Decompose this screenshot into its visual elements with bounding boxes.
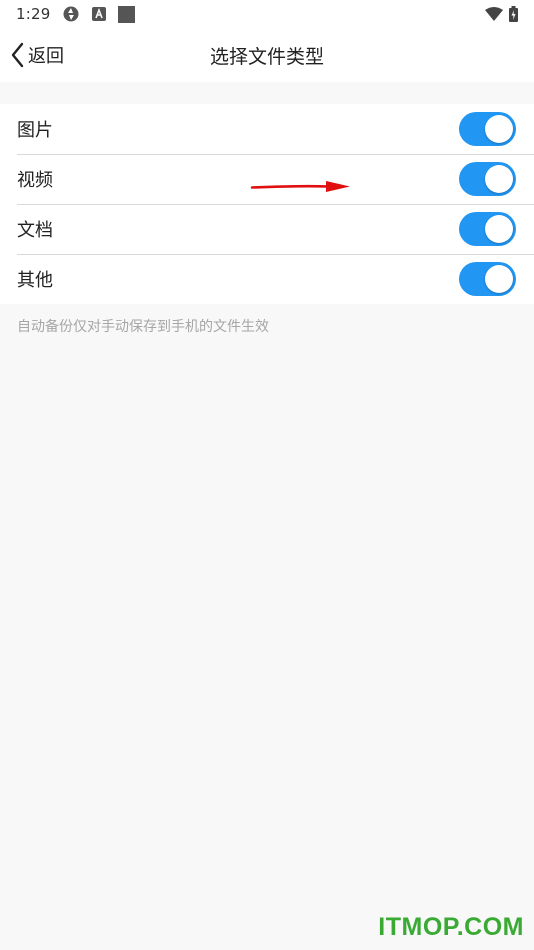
toggle-knob <box>485 165 513 193</box>
list-item-images: 图片 <box>0 104 534 154</box>
battery-charging-icon <box>509 6 518 22</box>
list-item-documents: 文档 <box>0 204 534 254</box>
nav-header: 返回 选择文件类型 <box>0 28 534 82</box>
status-bar: 1:29 <box>0 0 534 28</box>
toggle-documents[interactable] <box>459 212 516 246</box>
backup-hint: 自动备份仅对手动保存到手机的文件生效 <box>17 319 269 335</box>
square-icon <box>118 5 136 23</box>
toggle-videos[interactable] <box>459 162 516 196</box>
item-label: 文档 <box>17 220 53 241</box>
status-left: 1:29 <box>16 5 136 23</box>
toggle-knob <box>485 115 513 143</box>
toggle-other[interactable] <box>459 262 516 296</box>
back-label: 返回 <box>28 46 64 67</box>
toggle-images[interactable] <box>459 112 516 146</box>
chevron-left-icon <box>10 42 26 68</box>
file-type-list: 图片 视频 文档 其他 <box>0 104 534 304</box>
watermark: ITMOP.COM <box>378 913 524 941</box>
status-right <box>485 6 518 22</box>
item-label: 其他 <box>17 270 53 291</box>
item-label: 图片 <box>17 120 53 141</box>
screen: 1:29 返回 选择文件类型 图片 视频 文档 其他 自动备份仅对手动保存到手机… <box>0 0 534 950</box>
list-item-other: 其他 <box>0 254 534 304</box>
a-badge-icon <box>92 7 107 21</box>
page-title: 选择文件类型 <box>209 45 324 68</box>
toggle-knob <box>485 265 513 293</box>
wifi-icon <box>485 7 503 21</box>
sync-icon <box>62 5 80 23</box>
back-button[interactable]: 返回 <box>10 28 64 82</box>
toggle-knob <box>485 215 513 243</box>
item-label: 视频 <box>17 170 53 191</box>
status-time: 1:29 <box>16 5 51 23</box>
annotation-arrow-icon <box>250 181 350 192</box>
